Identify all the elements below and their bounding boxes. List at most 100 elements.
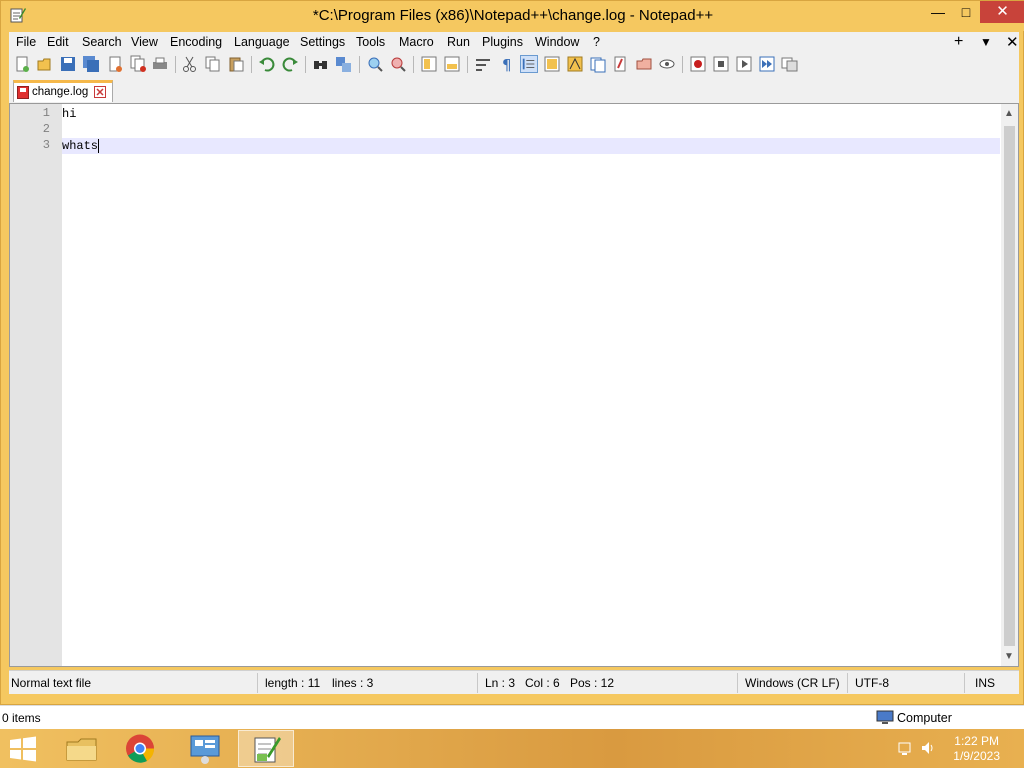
clock-time: 1:22 PM xyxy=(954,734,999,748)
new-tab-plus-button[interactable]: + xyxy=(954,33,963,51)
status-lines: lines : 3 xyxy=(332,676,374,690)
maximize-button[interactable]: □ xyxy=(953,1,979,23)
tab-list-dropdown-button[interactable]: ▼ xyxy=(980,35,992,49)
menu-window[interactable]: Window xyxy=(535,35,579,49)
monitoring-icon[interactable] xyxy=(658,55,676,73)
menu-help[interactable]: ? xyxy=(593,35,600,49)
file-explorer-icon[interactable] xyxy=(54,730,110,767)
menu-plugins[interactable]: Plugins xyxy=(482,35,523,49)
windows-start-icon[interactable] xyxy=(8,735,38,763)
line-text: whats xyxy=(62,139,99,153)
run-macro-multiple-icon[interactable] xyxy=(758,55,776,73)
line-text: hi xyxy=(62,107,77,121)
cut-icon[interactable] xyxy=(181,55,199,73)
status-file-type: Normal text file xyxy=(11,676,92,690)
close-window-button[interactable]: ✕ xyxy=(980,1,1024,23)
show-all-chars-icon[interactable]: ¶ xyxy=(497,55,515,73)
items-count: 0 items xyxy=(2,711,41,725)
word-wrap-icon[interactable] xyxy=(474,55,492,73)
computer-icon xyxy=(876,710,894,724)
code-line[interactable] xyxy=(62,122,1000,138)
udl-icon[interactable] xyxy=(543,55,561,73)
indent-guide-icon[interactable] xyxy=(520,55,538,73)
tab-label: change.log xyxy=(32,86,89,98)
zoom-out-icon[interactable] xyxy=(389,55,407,73)
text-editor[interactable]: 1 2 3 hi whats ▲ ▼ xyxy=(9,103,1019,667)
toolbar-separator xyxy=(305,56,306,73)
scroll-down-icon[interactable]: ▼ xyxy=(1004,651,1014,662)
window-title: *C:\Program Files (x86)\Notepad++\change… xyxy=(312,7,714,24)
toolbar: ¶ xyxy=(9,53,1019,77)
svg-text:¶: ¶ xyxy=(502,56,512,73)
toolbar-separator xyxy=(467,56,468,73)
explorer-status-strip: 0 items Computer xyxy=(0,705,1024,729)
print-icon[interactable] xyxy=(151,55,169,73)
menu-view[interactable]: View xyxy=(131,35,158,49)
document-map-icon[interactable] xyxy=(566,55,584,73)
title-bar[interactable]: *C:\Program Files (x86)\Notepad++\change… xyxy=(1,1,1024,31)
folder-workspace-icon[interactable] xyxy=(612,55,630,73)
paste-icon[interactable] xyxy=(227,55,245,73)
line-number: 2 xyxy=(42,122,50,136)
minimize-button[interactable]: — xyxy=(923,1,953,23)
system-tray-icons[interactable] xyxy=(898,740,938,756)
save-macro-icon[interactable] xyxy=(781,55,799,73)
toolbar-separator xyxy=(413,56,414,73)
status-insert-mode: INS xyxy=(975,676,996,690)
status-separator xyxy=(847,673,848,693)
chrome-icon[interactable] xyxy=(112,730,168,767)
save-icon[interactable] xyxy=(59,55,77,73)
menu-encoding[interactable]: Encoding xyxy=(170,35,222,49)
menu-run[interactable]: Run xyxy=(447,35,470,49)
status-separator xyxy=(257,673,258,693)
vertical-scrollbar[interactable]: ▲ ▼ xyxy=(1001,104,1018,666)
close-document-button[interactable]: ✕ xyxy=(1006,33,1019,51)
menu-search[interactable]: Search xyxy=(82,35,122,49)
line-number: 1 xyxy=(42,106,50,120)
new-file-icon[interactable] xyxy=(13,55,31,73)
clock-date: 1/9/2023 xyxy=(953,749,1000,763)
clipboard-history-icon[interactable] xyxy=(635,55,653,73)
save-all-icon[interactable] xyxy=(82,55,100,73)
current-line[interactable]: whats xyxy=(62,138,1000,154)
redo-icon[interactable] xyxy=(281,55,299,73)
tab-change-log[interactable]: change.log xyxy=(13,80,113,102)
open-file-icon[interactable] xyxy=(36,55,54,73)
remote-desktop-icon[interactable] xyxy=(177,730,233,767)
close-icon[interactable] xyxy=(106,55,124,73)
record-macro-icon[interactable] xyxy=(689,55,707,73)
copy-icon[interactable] xyxy=(204,55,222,73)
menu-edit[interactable]: Edit xyxy=(47,35,69,49)
taskbar-notepad-plus-plus[interactable] xyxy=(238,730,294,767)
zoom-in-icon[interactable] xyxy=(366,55,384,73)
menu-file[interactable]: File xyxy=(16,35,36,49)
menu-tools[interactable]: Tools xyxy=(356,35,385,49)
sync-horizontal-icon[interactable] xyxy=(443,55,461,73)
undo-icon[interactable] xyxy=(258,55,276,73)
toolbar-separator xyxy=(175,56,176,73)
status-col: Col : 6 xyxy=(525,676,560,690)
replace-icon[interactable] xyxy=(335,55,353,73)
close-all-icon[interactable] xyxy=(129,55,147,73)
notepad-window: *C:\Program Files (x86)\Notepad++\change… xyxy=(0,0,1024,705)
menu-language[interactable]: Language xyxy=(234,35,290,49)
notepad-plus-plus-icon xyxy=(254,737,281,763)
system-clock[interactable]: 1:22 PM 1/9/2023 xyxy=(953,734,1000,764)
sync-vertical-icon[interactable] xyxy=(420,55,438,73)
menu-settings[interactable]: Settings xyxy=(300,35,345,49)
text-area[interactable]: hi whats xyxy=(62,104,1000,666)
menu-macro[interactable]: Macro xyxy=(399,35,434,49)
scrollbar-thumb[interactable] xyxy=(1004,126,1015,646)
close-tab-icon[interactable] xyxy=(94,86,106,98)
scroll-up-icon[interactable]: ▲ xyxy=(1004,108,1014,119)
function-list-icon[interactable] xyxy=(589,55,607,73)
toolbar-separator xyxy=(682,56,683,73)
play-macro-icon[interactable] xyxy=(735,55,753,73)
stop-recording-icon[interactable] xyxy=(712,55,730,73)
find-icon[interactable] xyxy=(312,55,330,73)
status-pos: Pos : 12 xyxy=(570,676,615,690)
status-bar: Normal text file length : 11 lines : 3 L… xyxy=(9,670,1019,694)
status-separator xyxy=(477,673,478,693)
code-line[interactable]: hi xyxy=(62,106,1000,122)
line-number-gutter: 1 2 3 xyxy=(10,104,62,666)
